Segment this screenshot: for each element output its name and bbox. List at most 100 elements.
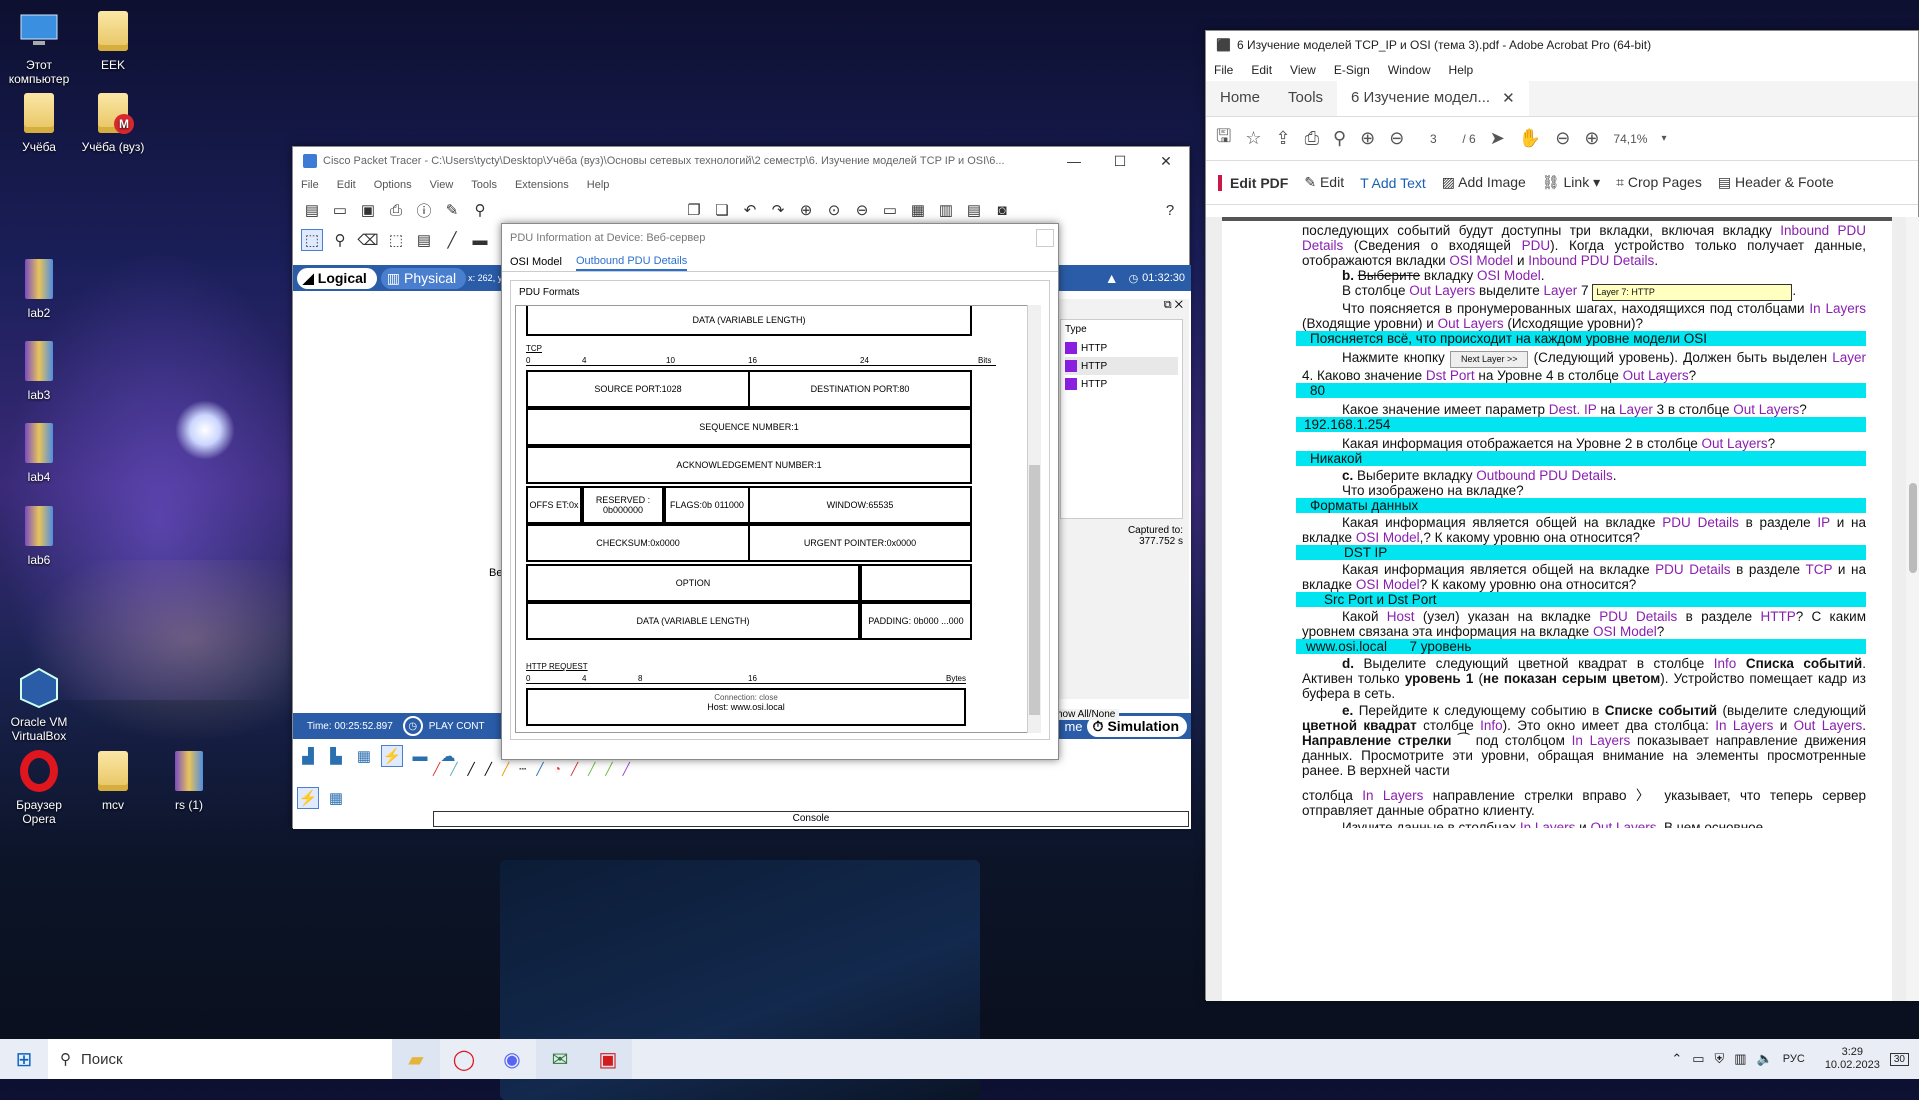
upload-icon[interactable]: ⇪ [1275, 128, 1290, 149]
desktop-icon-lab4[interactable]: lab4 [0, 420, 78, 484]
drawing-palette-icon[interactable]: ▭ [879, 199, 901, 221]
add-image-tool[interactable]: ▨ Add Image [1442, 174, 1526, 191]
clock[interactable]: 3:29 10.02.2023 [1825, 1046, 1880, 1072]
pdu-list-icon[interactable]: ▤ [963, 199, 985, 221]
cable-phone-icon[interactable]: ╱ [502, 762, 509, 776]
physical-tab[interactable]: ▥ Physical [380, 267, 467, 289]
menu-options[interactable]: Options [374, 179, 412, 191]
desktop-icon-ucheba[interactable]: Учёба [0, 90, 78, 154]
play-control-icon[interactable]: ◷ [402, 716, 423, 736]
desktop-icon-mcv[interactable]: mcv [74, 748, 152, 812]
misc-icon[interactable]: ▬ [409, 745, 431, 767]
search-icon[interactable]: ⚲ [1333, 128, 1346, 149]
discord-taskbar-icon[interactable]: ◉ [488, 1039, 536, 1079]
desktop-icon-lab2[interactable]: lab2 [0, 256, 78, 320]
open-folder-icon[interactable]: ▭ [329, 199, 351, 221]
page-down-icon[interactable]: ⊖ [1389, 128, 1404, 149]
menu-tools[interactable]: Tools [471, 179, 497, 191]
network-devices-icon[interactable]: ▟ [297, 745, 319, 767]
desktop-icon-this-pc[interactable]: Этот компьютер [0, 8, 78, 86]
menu-window[interactable]: Window [1388, 63, 1431, 77]
cable-straight-icon[interactable]: ╱ [450, 762, 457, 776]
realtime-tab[interactable]: me [1064, 719, 1082, 734]
tray-shield-icon[interactable]: ⛨ [1715, 1051, 1725, 1067]
close-button[interactable]: ✕ [1143, 146, 1189, 176]
hand-tool-icon[interactable]: ✋ [1519, 128, 1541, 149]
components-icon[interactable]: ▦ [353, 745, 375, 767]
language-indicator[interactable]: РУС [1783, 1053, 1805, 1065]
inspect-icon[interactable]: ⚲ [329, 229, 351, 251]
event-row[interactable]: HTTP [1065, 375, 1178, 393]
header-footer-tool[interactable]: ▤ Header & Foote [1718, 174, 1834, 191]
start-button[interactable]: ⊞ [0, 1039, 48, 1079]
maximize-button[interactable]: ☐ [1097, 146, 1143, 176]
network-info-icon[interactable]: ⚲ [469, 199, 491, 221]
menu-help[interactable]: Help [587, 179, 610, 191]
menu-file[interactable]: File [301, 179, 319, 191]
console-bar[interactable]: Console [433, 811, 1189, 827]
cable-serial-dte-icon[interactable]: ◔ [554, 762, 561, 776]
explorer-taskbar-icon[interactable]: ▰ [392, 1039, 440, 1079]
desktop-icon-eek[interactable]: EEK [74, 8, 152, 72]
menu-edit[interactable]: Edit [337, 179, 356, 191]
packet-tracer-taskbar-icon[interactable]: ✉ [536, 1039, 584, 1079]
zoom-in-icon[interactable]: ⊕ [795, 199, 817, 221]
crop-tool[interactable]: ⌗ Crop Pages [1616, 174, 1702, 191]
paste-icon[interactable]: ❏ [711, 199, 733, 221]
connections-icon[interactable]: ⚡ [381, 745, 403, 767]
redo-icon[interactable]: ↷ [767, 199, 789, 221]
tray-chevron-icon[interactable]: ⌃ [1671, 1051, 1682, 1067]
acrobat-taskbar-icon[interactable]: ▣ [584, 1039, 632, 1079]
menu-edit[interactable]: Edit [1251, 63, 1272, 77]
add-text-tool[interactable]: T Add Text [1360, 175, 1426, 191]
pdu-vscroll[interactable] [1027, 305, 1041, 733]
pdu-vscroll-thumb[interactable] [1029, 465, 1040, 715]
show-all-none[interactable]: how All/None [1053, 709, 1120, 720]
camera-icon[interactable]: ◙ [991, 199, 1013, 221]
notification-icon[interactable]: 30 [1889, 1052, 1909, 1066]
grid-icon[interactable]: ▦ [325, 787, 347, 809]
tab-home[interactable]: Home [1206, 81, 1274, 116]
cable-console-icon[interactable]: ╱ [433, 762, 440, 776]
event-row[interactable]: HTTP [1065, 339, 1178, 357]
page-number-input[interactable]: 3 [1418, 132, 1448, 146]
delete-icon[interactable]: ⌫ [357, 229, 379, 251]
custom-device-icon[interactable]: ▦ [907, 199, 929, 221]
desktop-icon-ucheba-vuz[interactable]: M Учёба (вуз) [74, 90, 152, 154]
new-file-icon[interactable]: ▤ [301, 199, 323, 221]
tray-network-icon[interactable]: ▥ [1734, 1051, 1746, 1067]
pdf-vscroll[interactable] [1906, 217, 1919, 1001]
menu-view[interactable]: View [1290, 63, 1316, 77]
edit-tool[interactable]: ✎ Edit [1304, 174, 1344, 191]
cable-coax-icon[interactable]: ┄ [519, 762, 526, 776]
undo-icon[interactable]: ↶ [739, 199, 761, 221]
cable-serial-dce-icon[interactable]: ╱ [536, 762, 543, 776]
page-up-icon[interactable]: ⊕ [1360, 128, 1375, 149]
desktop-icon-virtualbox[interactable]: Oracle VM VirtualBox [0, 665, 78, 743]
cable-iot-icon[interactable]: ╱ [588, 762, 595, 776]
auto-connection-icon[interactable]: ⚡ [297, 787, 319, 809]
cable-wireless-icon[interactable]: ╱ [623, 762, 630, 776]
pdf-page[interactable]: последующих событий будут доступны три в… [1222, 217, 1892, 1001]
chevron-down-icon[interactable]: ▾ [1661, 133, 1666, 144]
print-icon[interactable]: ⎙ [1305, 128, 1319, 149]
close-tab-icon[interactable]: ✕ [1502, 89, 1515, 108]
cable-octal-icon[interactable]: ╱ [571, 762, 578, 776]
menu-view[interactable]: View [430, 179, 454, 191]
zoom-dropdown[interactable]: 74,1% [1613, 132, 1647, 146]
menu-extensions[interactable]: Extensions [515, 179, 569, 191]
zoom-out-icon[interactable]: ⊖ [851, 199, 873, 221]
pdf-vscroll-thumb[interactable] [1909, 483, 1917, 573]
wizard-icon[interactable]: ✎ [441, 199, 463, 221]
desktop-icon-lab3[interactable]: lab3 [0, 338, 78, 402]
select-cursor-icon[interactable]: ➤ [1490, 128, 1505, 149]
link-tool[interactable]: ⛓ Link ▾ [1542, 174, 1600, 191]
tray-app-icon[interactable]: ▭ [1692, 1051, 1704, 1067]
bookmark-star-icon[interactable]: ☆ [1245, 128, 1261, 149]
print-icon[interactable]: ⎙ [385, 199, 407, 221]
tab-osi-model[interactable]: OSI Model [510, 256, 562, 271]
cable-usb-icon[interactable]: ╱ [605, 762, 612, 776]
help-icon[interactable]: ? [1159, 199, 1181, 221]
copy-icon[interactable]: ❐ [683, 199, 705, 221]
ipc-icon[interactable]: ▥ [935, 199, 957, 221]
